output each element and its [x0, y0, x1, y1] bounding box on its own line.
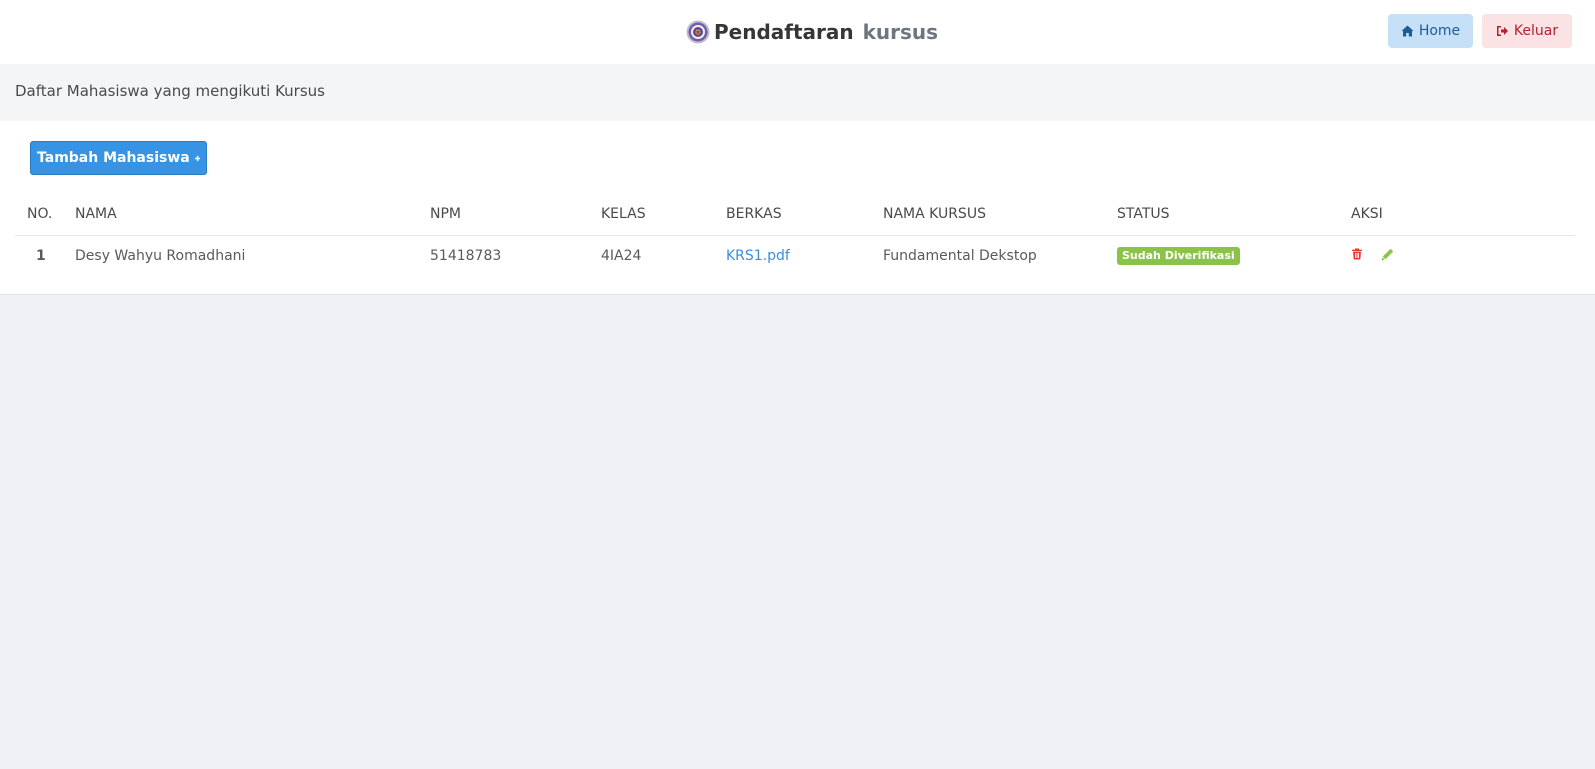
trash-icon	[1352, 248, 1362, 260]
home-icon	[1401, 25, 1414, 37]
home-button-label: Home	[1418, 23, 1461, 39]
cell-no: 1	[36, 248, 46, 265]
sign-out-icon	[1496, 26, 1508, 36]
edit-button[interactable]	[1381, 248, 1394, 265]
cell-aksi	[1351, 235, 1575, 277]
add-student-button[interactable]: Tambah Mahasiswa	[30, 141, 207, 175]
column-header-kelas: KELAS	[601, 193, 726, 236]
page-title: Daftar Mahasiswa yang mengikuti Kursus	[15, 82, 325, 100]
brand[interactable]: Pendaftaran kursus	[686, 17, 938, 47]
logout-button[interactable]: Keluar	[1482, 14, 1572, 48]
column-header-npm: NPM	[430, 193, 601, 236]
file-link[interactable]: KRS1.pdf	[726, 248, 790, 264]
cell-npm: 51418783	[430, 248, 502, 265]
cell-kelas: 4IA24	[601, 248, 642, 265]
plus-icon	[194, 155, 200, 161]
top-navbar: Pendaftaran kursus Home Keluar	[0, 0, 1595, 64]
status-badge: Sudah Diverifikasi	[1117, 247, 1240, 266]
column-header-aksi: AKSI	[1351, 193, 1575, 236]
cell-nama: Desy Wahyu Romadhani	[75, 248, 246, 265]
app-title-main: Pendaftaran	[714, 20, 854, 44]
column-header-nama: NAMA	[75, 193, 430, 236]
column-header-nama-kursus: NAMA KURSUS	[883, 193, 1117, 236]
column-header-no: NO.	[15, 193, 75, 236]
add-student-button-label: Tambah Mahasiswa	[37, 150, 190, 166]
column-header-status: STATUS	[1117, 193, 1351, 236]
student-list-card: Tambah Mahasiswa NO. NAMA NPM KELAS BERK…	[0, 121, 1595, 295]
cell-nama-kursus: Fundamental Dekstop	[883, 248, 1037, 265]
pencil-icon	[1381, 248, 1394, 261]
page-heading-bar: Daftar Mahasiswa yang mengikuti Kursus	[0, 64, 1595, 121]
home-button[interactable]: Home	[1388, 14, 1473, 48]
student-table: NO. NAMA NPM KELAS BERKAS NAMA KURSUS ST…	[15, 193, 1575, 277]
app-title-sub: kursus	[862, 20, 939, 44]
cell-berkas: KRS1.pdf	[726, 235, 883, 277]
university-seal-icon	[686, 20, 710, 44]
column-header-berkas: BERKAS	[726, 193, 883, 236]
cell-status: Sudah Diverifikasi	[1117, 235, 1351, 277]
app-title: Pendaftaran kursus	[714, 20, 938, 44]
logout-button-label: Keluar	[1513, 23, 1559, 39]
table-row: 1 Desy Wahyu Romadhani 51418783 4IA24 KR…	[15, 235, 1575, 277]
delete-button[interactable]	[1351, 248, 1363, 264]
table-header-row: NO. NAMA NPM KELAS BERKAS NAMA KURSUS ST…	[15, 193, 1575, 236]
